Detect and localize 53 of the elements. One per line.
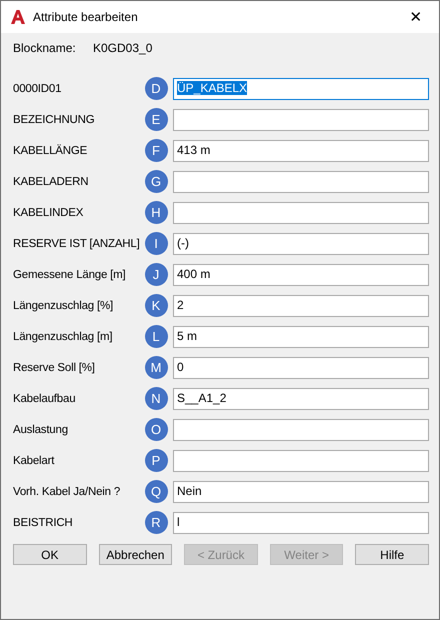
input-field[interactable]: 400 m [173, 264, 429, 286]
window-title: Attribute bearbeiten [33, 10, 139, 24]
block-name-value: K0GD03_0 [93, 41, 152, 55]
input-field[interactable] [173, 170, 429, 192]
letter-badge: R [144, 511, 168, 534]
field-label: Längenzuschlag [%] [13, 300, 114, 312]
input-field[interactable]: Nein [173, 480, 429, 502]
letter-badge: K [144, 294, 168, 317]
input-field[interactable]: 0 [173, 356, 429, 378]
field-label: Auslastung [13, 424, 69, 436]
input-field[interactable]: l [173, 512, 429, 534]
input-field[interactable]: ÜP_KABELX [173, 78, 429, 100]
letter-badge: G [144, 170, 168, 193]
input-field[interactable]: 5 m [173, 326, 429, 348]
field-label: Gemessene Länge [m] [13, 268, 127, 280]
field-label: Längenzuschlag [m] [13, 330, 114, 342]
field-label: KABELINDEX [13, 206, 84, 218]
field-label: BEISTRICH [13, 516, 74, 528]
input-field[interactable] [173, 202, 429, 224]
field-label: Kabelart [13, 454, 56, 466]
dialog-button[interactable]: Abbrechen [98, 544, 172, 565]
letter-badge: L [144, 325, 168, 348]
field-label: KABELADERN [13, 176, 90, 188]
field-label: Reserve Soll [%] [13, 362, 96, 374]
letter-badge: D [144, 77, 168, 100]
letter-badge: I [144, 232, 168, 255]
field-label: 0000ID01 [13, 82, 62, 94]
input-field[interactable]: (-) [173, 232, 429, 254]
letter-badge: M [144, 356, 168, 379]
dialog-button[interactable]: Hilfe [355, 544, 429, 565]
dialog-button[interactable]: OK [13, 544, 87, 565]
input-field[interactable] [173, 108, 429, 130]
field-label: BEZEICHNUNG [13, 114, 96, 126]
field-label: Vorh. Kabel Ja/Nein ? [13, 486, 122, 498]
letter-badge: F [144, 139, 168, 162]
input-field[interactable]: 413 m [173, 140, 429, 162]
letter-badge: O [144, 418, 168, 441]
input-field[interactable] [173, 418, 429, 440]
app-logo-icon [10, 9, 26, 25]
input-field[interactable]: S__A1_2 [173, 388, 429, 410]
close-button[interactable]: ✕ [393, 1, 439, 33]
letter-badge: Q [144, 480, 168, 503]
field-label: KABELLÄNGE [13, 144, 88, 156]
block-name-label: Blockname: [13, 41, 77, 55]
field-label: Kabelaufbau [13, 392, 76, 404]
letter-badge: N [144, 387, 168, 410]
field-label: RESERVE IST [ANZAHL] [13, 238, 141, 250]
letter-badge: J [144, 263, 168, 286]
letter-badge: P [144, 449, 168, 472]
letter-badge: H [144, 201, 168, 224]
input-field[interactable] [173, 450, 429, 472]
letter-badge: E [144, 108, 168, 131]
input-field[interactable]: 2 [173, 294, 429, 316]
